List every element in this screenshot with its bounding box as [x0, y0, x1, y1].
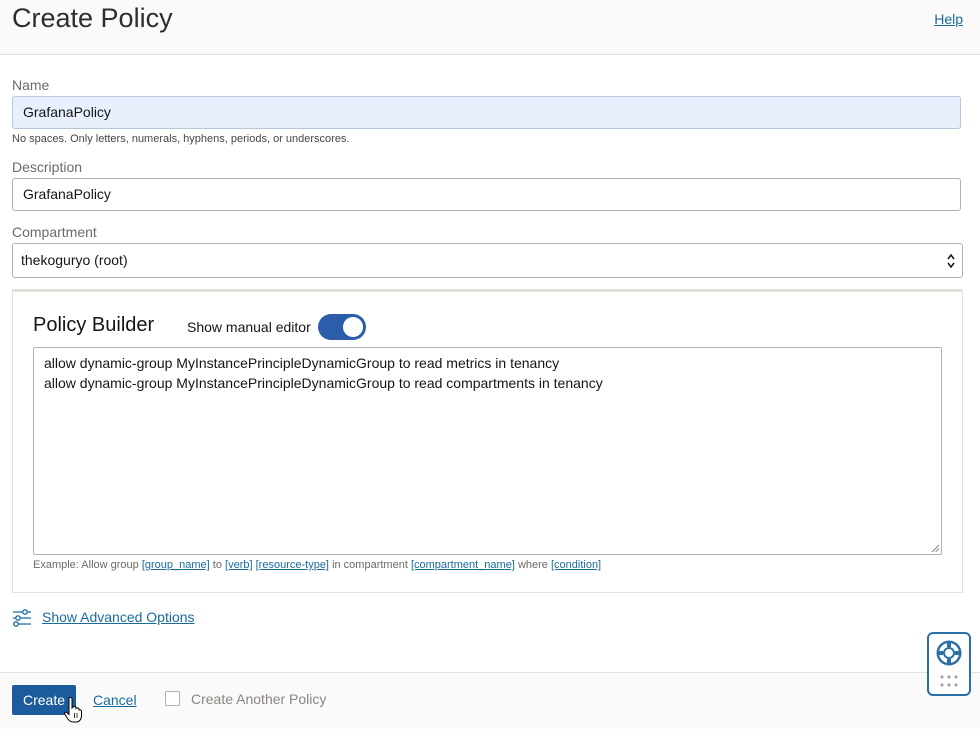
page-header: Create Policy Help [0, 0, 980, 55]
example-resource-type-link[interactable]: [resource-type] [256, 559, 329, 571]
footer-bar: Create Cancel Create Another Policy [0, 672, 980, 729]
description-input[interactable]: GrafanaPolicy [12, 178, 961, 211]
example-group-name-link[interactable]: [group_name] [142, 559, 210, 571]
sliders-icon [13, 609, 31, 627]
create-another-checkbox[interactable] [165, 691, 180, 706]
name-input[interactable]: GrafanaPolicy [12, 96, 961, 129]
policy-builder-title: Policy Builder [33, 314, 155, 336]
policy-statement: allow dynamic-group MyInstancePrincipleD… [44, 375, 603, 391]
help-link[interactable]: Help [934, 11, 963, 27]
description-label: Description [12, 159, 83, 175]
policy-example: Example: Allow group [group_name] to [ve… [33, 559, 601, 571]
resize-grip-icon[interactable] [931, 544, 939, 552]
compartment-label: Compartment [12, 224, 97, 240]
example-to: to [212, 559, 222, 571]
chevron-up-down-icon [947, 253, 955, 269]
create-another-label: Create Another Policy [191, 691, 327, 707]
manual-editor-toggle-label: Show manual editor [187, 319, 311, 335]
policy-statements-editor[interactable]: allow dynamic-group MyInstancePrincipleD… [33, 347, 942, 555]
hand-cursor-icon [64, 697, 82, 723]
drag-handle-icon[interactable] [939, 674, 959, 688]
example-compartment-name-link[interactable]: [compartment_name] [411, 559, 515, 571]
help-assistant-widget[interactable] [927, 632, 971, 696]
example-prefix: Example: Allow group [33, 559, 139, 571]
lifebuoy-icon [936, 640, 962, 666]
name-label: Name [12, 77, 50, 93]
page-title: Create Policy [12, 3, 173, 33]
example-where: where [517, 559, 548, 571]
example-condition-link[interactable]: [condition] [551, 559, 601, 571]
example-in-compartment: in compartment [332, 559, 408, 571]
name-hint: No spaces. Only letters, numerals, hyphe… [12, 133, 350, 145]
compartment-select[interactable]: thekoguryo (root) [12, 243, 963, 278]
example-verb-link[interactable]: [verb] [225, 559, 253, 571]
policy-statement: allow dynamic-group MyInstancePrincipleD… [44, 355, 560, 371]
cancel-link[interactable]: Cancel [93, 692, 137, 708]
manual-editor-toggle[interactable] [318, 314, 366, 340]
policy-builder-panel: Policy Builder Show manual editor allow … [12, 289, 963, 593]
show-advanced-options-link[interactable]: Show Advanced Options [42, 609, 195, 625]
toggle-knob [343, 317, 363, 337]
compartment-value: thekoguryo (root) [21, 252, 128, 268]
